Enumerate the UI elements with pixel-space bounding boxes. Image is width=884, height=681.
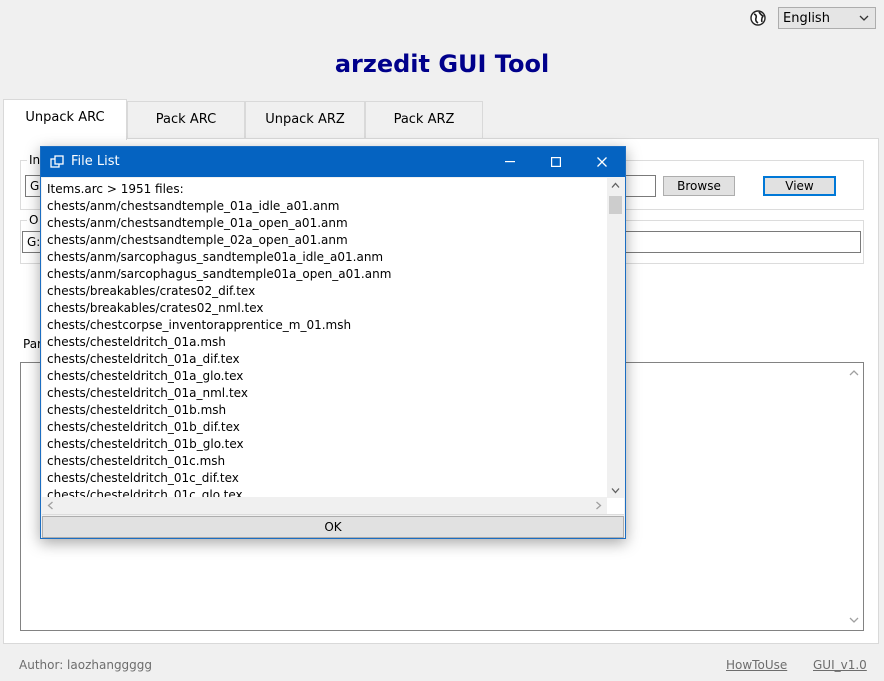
language-select[interactable]: English: [778, 7, 876, 29]
list-item[interactable]: chests/chesteldritch_01a_nml.tex: [47, 385, 607, 402]
list-item[interactable]: chests/anm/chestsandtemple_01a_open_a01.…: [47, 215, 607, 232]
howto-link[interactable]: HowToUse: [726, 658, 787, 672]
app-title: arzedit GUI Tool: [334, 50, 550, 78]
list-item[interactable]: chests/chesteldritch_01a_dif.tex: [47, 351, 607, 368]
tab-pack-arz[interactable]: Pack ARZ: [365, 101, 483, 138]
list-item[interactable]: chests/chesteldritch_01b.msh: [47, 402, 607, 419]
globe-icon: [750, 10, 766, 26]
language-select-value: English: [783, 11, 830, 26]
maximize-button[interactable]: [533, 147, 579, 177]
list-item[interactable]: chests/chesteldritch_01c_dif.tex: [47, 470, 607, 487]
vertical-scrollbar[interactable]: [607, 178, 624, 498]
close-button[interactable]: [579, 147, 625, 177]
list-item[interactable]: chests/chesteldritch_01b_dif.tex: [47, 419, 607, 436]
list-item[interactable]: chests/anm/sarcophagus_sandtemple01a_ope…: [47, 266, 607, 283]
scrollbar-thumb[interactable]: [609, 196, 622, 214]
version-link[interactable]: GUI_v1.0: [813, 658, 867, 672]
list-item[interactable]: chests/breakables/crates02_nml.tex: [47, 300, 607, 317]
file-list-dialog: File List Items.arc > 1951 files: chests…: [40, 146, 626, 539]
ok-button[interactable]: OK: [42, 516, 624, 538]
minimize-icon: [505, 161, 515, 163]
window-icon: [50, 155, 64, 168]
list-item[interactable]: chests/breakables/crates02_dif.tex: [47, 283, 607, 300]
minimize-button[interactable]: [487, 147, 533, 177]
file-list: Items.arc > 1951 files: chests/anm/chest…: [47, 181, 607, 504]
list-item[interactable]: chests/anm/sarcophagus_sandtemple01a_idl…: [47, 249, 607, 266]
scroll-left-icon[interactable]: [47, 501, 54, 510]
dialog-title-bar[interactable]: File List: [41, 147, 625, 177]
scroll-right-icon[interactable]: [595, 501, 602, 510]
close-icon: [597, 157, 607, 167]
list-item[interactable]: chests/anm/chestsandtemple_01a_idle_a01.…: [47, 198, 607, 215]
view-button[interactable]: View: [763, 176, 836, 196]
list-item[interactable]: chests/chesteldritch_01a.msh: [47, 334, 607, 351]
list-item[interactable]: chests/chesteldritch_01a_glo.tex: [47, 368, 607, 385]
list-item[interactable]: chests/chesteldritch_01c.msh: [47, 453, 607, 470]
tab-unpack-arc[interactable]: Unpack ARC: [3, 99, 127, 140]
scroll-up-icon[interactable]: [611, 182, 620, 189]
chevron-down-icon: [859, 15, 869, 21]
scroll-up-icon[interactable]: [849, 369, 859, 377]
list-item[interactable]: Items.arc > 1951 files:: [47, 181, 607, 198]
file-listbox[interactable]: Items.arc > 1951 files: chests/anm/chest…: [42, 178, 624, 515]
maximize-icon: [551, 157, 561, 167]
output-group-label: O: [27, 213, 41, 227]
browse-button[interactable]: Browse: [663, 176, 735, 196]
scroll-down-icon[interactable]: [849, 616, 859, 624]
list-item[interactable]: chests/anm/chestsandtemple_02a_open_a01.…: [47, 232, 607, 249]
tab-unpack-arz[interactable]: Unpack ARZ: [245, 101, 365, 138]
author-label: Author: laozhanggggg: [19, 658, 153, 672]
tab-pack-arc[interactable]: Pack ARC: [127, 101, 245, 138]
dialog-title: File List: [71, 154, 120, 169]
scroll-down-icon[interactable]: [611, 487, 620, 494]
list-item[interactable]: chests/chestcorpse_inventorapprentice_m_…: [47, 317, 607, 334]
horizontal-scrollbar[interactable]: [42, 497, 607, 514]
list-item[interactable]: chests/chesteldritch_01b_glo.tex: [47, 436, 607, 453]
